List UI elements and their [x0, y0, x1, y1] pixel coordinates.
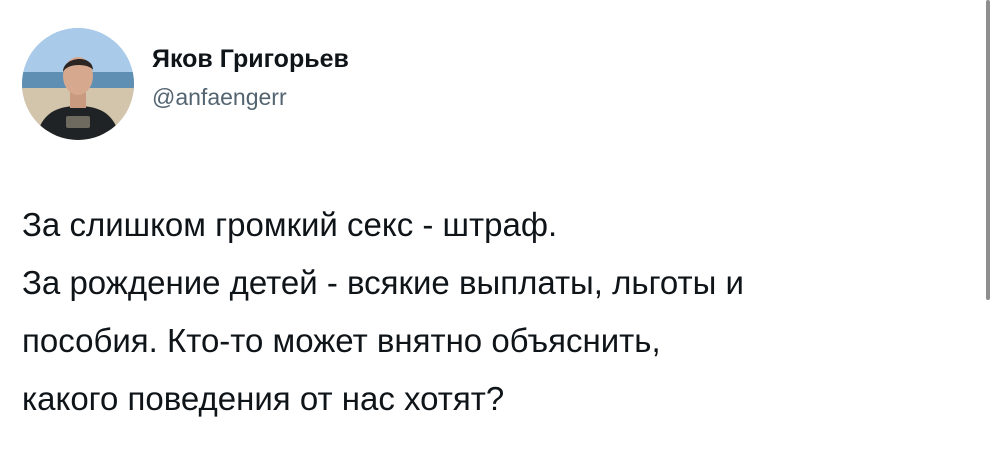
tweet-text: За слишком громкий секс - штраф. За рожд…	[22, 196, 972, 428]
author-display-name[interactable]: Яков Григорьев	[152, 44, 349, 74]
author-handle[interactable]: @anfaengerr	[152, 82, 349, 112]
tweet-author: Яков Григорьев @anfaengerr	[152, 44, 349, 112]
tweet-text-line: пособия. Кто-то может внятно объяснить,	[22, 322, 661, 359]
tweet-text-line: За рождение детей - всякие выплаты, льго…	[22, 264, 744, 301]
tweet-text-line: какого поведения от нас хотят?	[22, 380, 505, 417]
tweet-card: Яков Григорьев @anfaengerr За слишком гр…	[0, 0, 1000, 456]
avatar[interactable]	[22, 28, 134, 140]
tweet-text-line: За слишком громкий секс - штраф.	[22, 206, 558, 243]
scrollbar[interactable]	[986, 0, 990, 300]
avatar-photo-icon	[22, 28, 134, 140]
